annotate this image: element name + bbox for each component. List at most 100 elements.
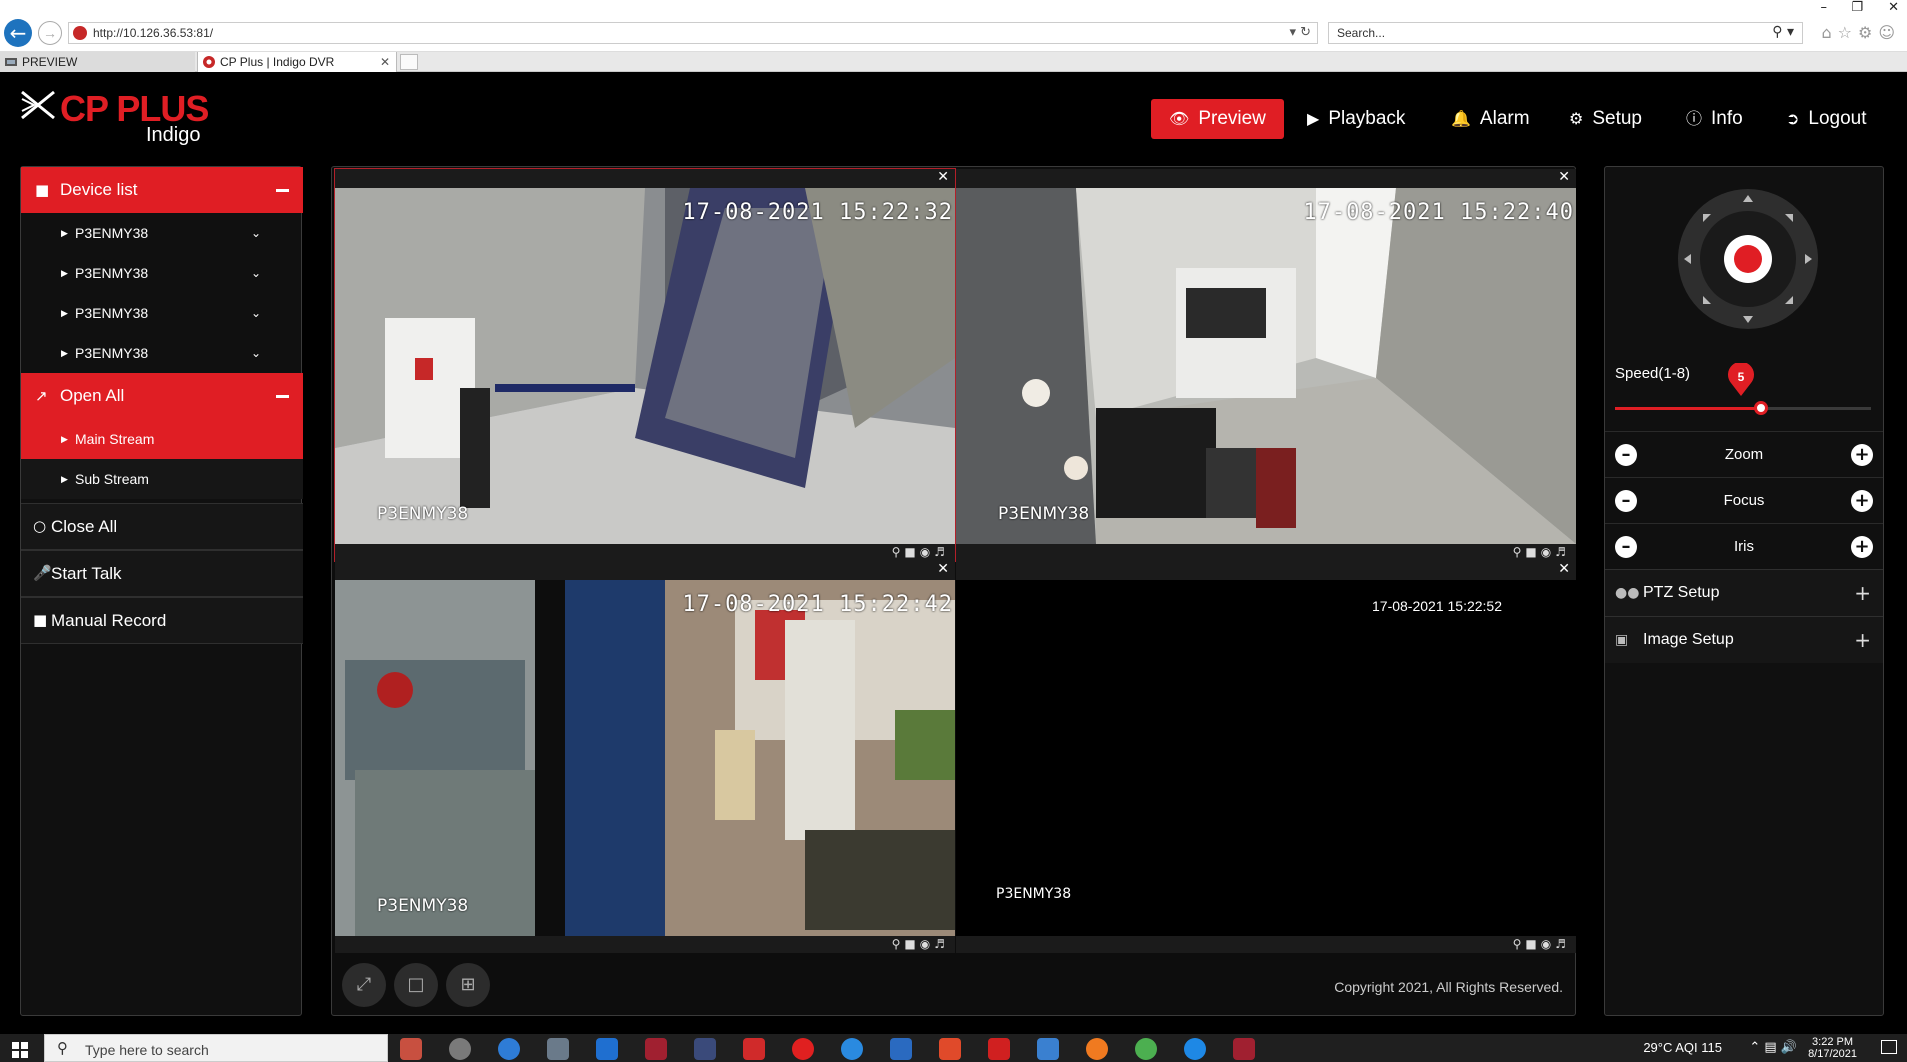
app-icon[interactable] (743, 1038, 765, 1060)
settings-app-icon[interactable] (449, 1038, 471, 1060)
internet-explorer-icon[interactable] (1184, 1038, 1206, 1060)
device-item[interactable]: ▶ P3ENMY38 ⌄ (21, 253, 303, 293)
chrome-icon[interactable] (1135, 1038, 1157, 1060)
nav-info[interactable]: ⓘ Info (1686, 99, 1743, 139)
nav-playback[interactable]: ▶ Playback (1307, 99, 1405, 139)
zoom-out-button[interactable]: – (1615, 444, 1637, 466)
weather-widget[interactable]: 29°C AQI 115 (1643, 1034, 1722, 1062)
open-all-header[interactable]: ↗ Open All (21, 373, 303, 419)
app-icon[interactable] (547, 1038, 569, 1060)
ptz-setup-section[interactable]: ●● PTZ Setup + (1605, 569, 1883, 616)
tile-tool-icons[interactable]: ⚲■◉♬ (1513, 936, 1570, 953)
tab-cp-plus[interactable]: CP Plus | Indigo DVR ✕ (197, 52, 397, 72)
notification-icon[interactable] (1881, 1040, 1897, 1054)
firefox-icon[interactable] (1086, 1038, 1108, 1060)
refresh-icon[interactable]: ▾ ↻ (1289, 25, 1311, 40)
chevron-down-icon[interactable]: ⌄ (251, 333, 261, 373)
app-icon[interactable] (694, 1038, 716, 1060)
focus-in-button[interactable]: + (1851, 490, 1873, 512)
sub-stream-item[interactable]: ▶ Sub Stream (21, 459, 303, 499)
device-item[interactable]: ▶ P3ENMY38 ⌄ (21, 293, 303, 333)
nav-setup[interactable]: ⚙ Setup (1569, 99, 1642, 139)
app-icon[interactable] (841, 1038, 863, 1060)
clock-time: 3:22 PM (1812, 1036, 1854, 1048)
device-item[interactable]: ▶ P3ENMY38 ⌄ (21, 333, 303, 373)
device-label: P3ENMY38 (75, 305, 149, 321)
tile-tool-icons[interactable]: ⚲■◉♬ (1513, 544, 1570, 561)
iris-label: Iris (1734, 538, 1754, 555)
quad-view-button[interactable]: ⊞ (446, 963, 490, 1007)
app-icon[interactable] (645, 1038, 667, 1060)
forward-arrow-icon[interactable]: → (38, 21, 62, 45)
iris-close-button[interactable]: – (1615, 536, 1637, 558)
restore-icon[interactable]: ❐ (1851, 0, 1863, 15)
close-window-icon[interactable]: ✕ (1888, 0, 1899, 15)
ptz-direction-pad[interactable] (1676, 187, 1820, 331)
tab-close-icon[interactable]: ✕ (380, 52, 390, 72)
back-arrow-icon[interactable]: ← (4, 19, 32, 47)
url-field[interactable]: http://10.126.36.53:81/ ▾ ↻ (68, 22, 1318, 44)
app-icon[interactable] (1037, 1038, 1059, 1060)
app-icon[interactable] (1233, 1038, 1255, 1060)
close-icon[interactable]: ✕ (1558, 561, 1570, 578)
logo-x-icon (21, 90, 55, 120)
zoom-in-button[interactable]: + (1851, 444, 1873, 466)
system-tray-icons[interactable]: ⌃ ▤ 🔊 (1749, 1034, 1797, 1062)
manual-record-button[interactable]: ■ Manual Record (21, 597, 303, 644)
expand-plus-icon[interactable]: + (1854, 570, 1871, 616)
app-icon[interactable] (498, 1038, 520, 1060)
camera-tile[interactable]: ✕ 17-08-2021 15:22:42 P3ENMY38 ⚲■◉♬ (335, 561, 955, 953)
main-stream-item[interactable]: ▶ Main Stream (21, 419, 303, 459)
device-item[interactable]: ▶ P3ENMY38 ⌄ (21, 213, 303, 253)
nav-preview[interactable]: 👁 Preview (1151, 99, 1284, 139)
close-icon[interactable]: ✕ (937, 169, 949, 186)
minimize-icon[interactable]: – (1821, 0, 1828, 15)
ptz-setup-label: PTZ Setup (1643, 584, 1720, 601)
camera-feed[interactable]: 17-08-2021 15:22:52 P3ENMY38 (956, 580, 1576, 936)
speed-slider-knob[interactable] (1754, 401, 1768, 415)
tile-tool-icons[interactable]: ⚲■◉♬ (892, 936, 949, 953)
collapse-icon[interactable] (276, 189, 289, 192)
app-icon[interactable] (792, 1038, 814, 1060)
chevron-down-icon[interactable]: ⌄ (251, 293, 261, 333)
close-icon[interactable]: ✕ (937, 561, 949, 578)
expand-plus-icon[interactable]: + (1854, 617, 1871, 663)
nav-logout[interactable]: ➲ Logout (1786, 99, 1867, 139)
browser-search-input[interactable]: Search... ⚲ ▾ (1328, 22, 1803, 44)
image-setup-section[interactable]: ▣ Image Setup + (1605, 616, 1883, 663)
start-talk-button[interactable]: 🎤 Start Talk (21, 550, 303, 597)
new-tab-button[interactable] (400, 54, 418, 70)
chevron-down-icon[interactable]: ⌄ (251, 253, 261, 293)
app-icon[interactable] (988, 1038, 1010, 1060)
camera-feed[interactable]: 17-08-2021 15:22:40 P3ENMY38 (956, 188, 1576, 544)
close-all-button[interactable]: ○ Close All (21, 503, 303, 550)
device-list-header[interactable]: ■ Device list (21, 167, 303, 213)
camera-feed[interactable]: 17-08-2021 15:22:32 P3ENMY38 (335, 188, 955, 544)
collapse-icon[interactable] (276, 395, 289, 398)
tab-preview[interactable]: PREVIEW (0, 52, 195, 72)
focus-out-button[interactable]: – (1615, 490, 1637, 512)
tile-tool-icons[interactable]: ⚲■◉♬ (892, 544, 949, 561)
app-icon[interactable] (939, 1038, 961, 1060)
search-icon[interactable]: ⚲ ▾ (1772, 24, 1794, 40)
speed-slider[interactable] (1615, 401, 1871, 415)
taskbar-search-input[interactable]: ⚲ Type here to search (44, 1034, 388, 1062)
image-icon: ▣ (1615, 632, 1629, 648)
browser-toolbar-icons[interactable]: ⌂☆⚙☺ (1821, 23, 1901, 42)
chevron-down-icon[interactable]: ⌄ (251, 213, 261, 253)
camera-tile[interactable]: ✕ 17-08-2021 15:22:40 P3ENMY38 ⚲■◉♬ (956, 169, 1576, 561)
clock[interactable]: 3:22 PM 8/17/2021 (1808, 1036, 1857, 1060)
camera-tile[interactable]: ✕ 17-08-2021 15:22:52 P3ENMY38 ⚲■◉♬ (956, 561, 1576, 953)
nav-alarm[interactable]: 🔔 Alarm (1451, 99, 1530, 139)
close-icon[interactable]: ✕ (1558, 169, 1570, 186)
windows-start-icon[interactable] (12, 1042, 28, 1058)
outlook-icon[interactable] (596, 1038, 618, 1060)
tile-toolbar: ⚲■◉♬ (956, 544, 1576, 561)
app-icon[interactable] (890, 1038, 912, 1060)
camera-tile[interactable]: ✕ 17-08-2021 15:22:32 P3ENMY38 ⚲■◉♬ (334, 168, 956, 562)
single-view-button[interactable]: □ (394, 963, 438, 1007)
app-icon[interactable] (400, 1038, 422, 1060)
camera-feed[interactable]: 17-08-2021 15:22:42 P3ENMY38 (335, 580, 955, 936)
iris-open-button[interactable]: + (1851, 536, 1873, 558)
fullscreen-button[interactable]: ⤢ (342, 963, 386, 1007)
